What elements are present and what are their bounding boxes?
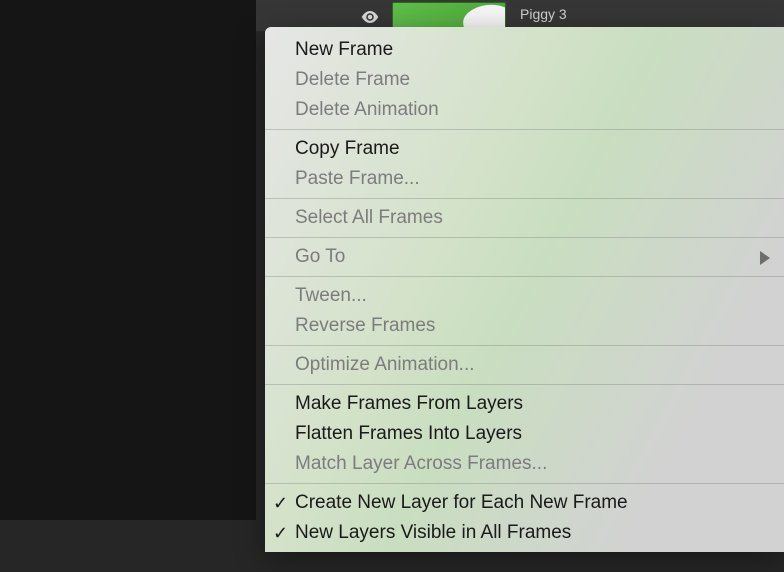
menu-label: Delete Frame (295, 69, 410, 90)
menu-item-delete-frame: Delete Frame (265, 65, 784, 95)
menu-item-optimize-animation: Optimize Animation... (265, 350, 784, 380)
menu-group: Tween... Reverse Frames (265, 277, 784, 346)
menu-label: Tween... (295, 285, 367, 306)
menu-group: Optimize Animation... (265, 346, 784, 385)
menu-label: Paste Frame... (295, 168, 420, 189)
menu-item-create-new-layer-each-frame[interactable]: ✓ Create New Layer for Each New Frame (265, 488, 784, 518)
menu-label: Go To (295, 246, 345, 267)
menu-item-delete-animation: Delete Animation (265, 95, 784, 125)
menu-item-new-frame[interactable]: New Frame (265, 35, 784, 65)
menu-label: Delete Animation (295, 99, 439, 120)
menu-group: Select All Frames (265, 199, 784, 238)
menu-group: New Frame Delete Frame Delete Animation (265, 31, 784, 130)
menu-item-match-layer-across-frames: Match Layer Across Frames... (265, 449, 784, 479)
menu-label: Select All Frames (295, 207, 443, 228)
menu-item-copy-frame[interactable]: Copy Frame (265, 134, 784, 164)
menu-group: Go To (265, 238, 784, 277)
layer-thumbnail[interactable] (392, 2, 506, 30)
checkmark-icon: ✓ (273, 490, 288, 516)
menu-item-flatten-frames-into-layers[interactable]: Flatten Frames Into Layers (265, 419, 784, 449)
timeline-flyout-menu: New Frame Delete Frame Delete Animation … (265, 27, 784, 552)
layer-name-label[interactable]: Piggy 3 (520, 6, 567, 22)
checkmark-icon: ✓ (273, 520, 288, 546)
menu-label: Create New Layer for Each New Frame (295, 492, 628, 513)
menu-item-new-layers-visible-all-frames[interactable]: ✓ New Layers Visible in All Frames (265, 518, 784, 548)
menu-item-go-to: Go To (265, 242, 784, 272)
menu-item-tween: Tween... (265, 281, 784, 311)
menu-item-paste-frame: Paste Frame... (265, 164, 784, 194)
menu-item-make-frames-from-layers[interactable]: Make Frames From Layers (265, 389, 784, 419)
menu-label: Copy Frame (295, 138, 400, 159)
canvas-area (0, 0, 256, 520)
menu-label: Optimize Animation... (295, 354, 475, 375)
menu-item-select-all-frames: Select All Frames (265, 203, 784, 233)
menu-group: ✓ Create New Layer for Each New Frame ✓ … (265, 484, 784, 552)
menu-label: Match Layer Across Frames... (295, 453, 547, 474)
menu-label: Make Frames From Layers (295, 393, 523, 414)
menu-group: Make Frames From Layers Flatten Frames I… (265, 385, 784, 484)
menu-group: Copy Frame Paste Frame... (265, 130, 784, 199)
menu-label: Reverse Frames (295, 315, 435, 336)
app-viewport: Piggy 3 New Frame Delete Frame Delete An… (0, 0, 784, 572)
menu-label: Flatten Frames Into Layers (295, 423, 522, 444)
menu-item-reverse-frames: Reverse Frames (265, 311, 784, 341)
submenu-arrow-icon (759, 247, 771, 273)
visibility-eye-icon[interactable] (361, 8, 379, 26)
menu-label: New Frame (295, 39, 393, 60)
menu-label: New Layers Visible in All Frames (295, 522, 571, 543)
